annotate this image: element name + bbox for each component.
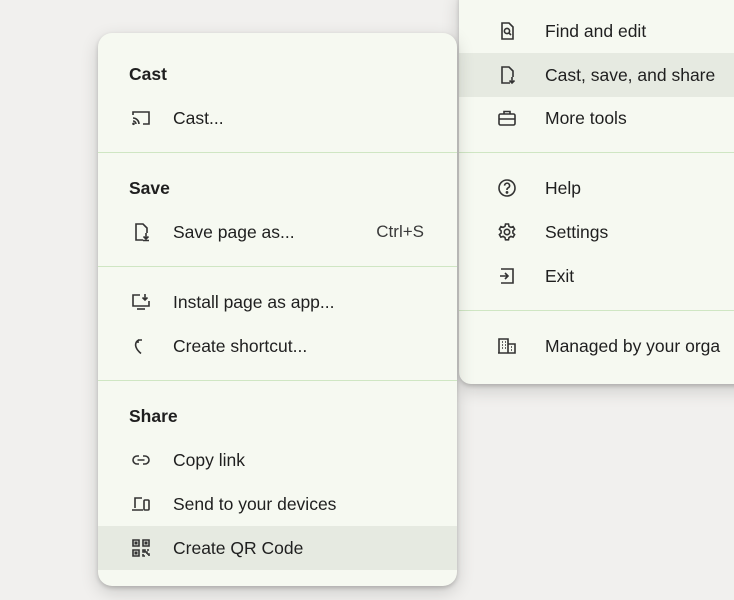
menu-item-exit[interactable]: Exit	[459, 254, 734, 298]
section-heading-share: Share	[129, 406, 178, 426]
menu-item-managed-by-org[interactable]: Managed by your orga	[459, 324, 734, 368]
submenu-separator	[98, 380, 457, 381]
menu-item-label: Settings	[545, 221, 609, 242]
link-icon	[131, 450, 151, 470]
section-heading-save: Save	[129, 178, 170, 198]
submenu-item-label: Cast...	[173, 107, 224, 128]
devices-icon	[131, 494, 151, 514]
menu-item-help[interactable]: Help	[459, 166, 734, 210]
find-edit-icon	[497, 21, 517, 41]
submenu-item-label: Install page as app...	[173, 291, 335, 312]
keyboard-shortcut: Ctrl+S	[376, 222, 424, 241]
submenu-separator	[98, 152, 457, 153]
toolbox-icon	[497, 108, 517, 128]
cast-save-share-icon	[497, 65, 517, 85]
menu-separator	[459, 152, 734, 153]
gear-icon	[497, 222, 517, 242]
menu-item-find-and-edit[interactable]: Find and edit	[459, 9, 734, 53]
exit-icon	[497, 266, 517, 286]
submenu-item-label: Save page as...	[173, 221, 295, 242]
menu-item-label: Cast, save, and share	[545, 64, 716, 85]
submenu-item-create-shortcut[interactable]: Create shortcut...	[98, 324, 457, 368]
menu-item-label: Exit	[545, 265, 575, 286]
qr-code-icon	[131, 538, 151, 558]
submenu-separator	[98, 266, 457, 267]
submenu-item-install-page-as-app[interactable]: Install page as app...	[98, 280, 457, 324]
menu-item-label: Find and edit	[545, 20, 647, 41]
menu-item-more-tools[interactable]: More tools	[459, 96, 734, 140]
submenu-item-label: Create shortcut...	[173, 335, 308, 356]
submenu-item-label: Send to your devices	[173, 493, 337, 514]
section-heading-cast: Cast	[129, 64, 167, 84]
cast-save-share-submenu: Cast Cast... Save Save page as... Ctrl+S…	[98, 33, 457, 586]
submenu-item-label: Create QR Code	[173, 537, 304, 558]
menu-item-label: Managed by your orga	[545, 335, 721, 356]
submenu-item-label: Copy link	[173, 449, 245, 470]
submenu-item-send-to-devices[interactable]: Send to your devices	[98, 482, 457, 526]
menu-item-cast-save-share[interactable]: Cast, save, and share	[459, 53, 734, 97]
building-icon	[497, 336, 517, 356]
shortcut-icon	[131, 336, 151, 356]
main-menu: Find and edit Cast, save, and share More…	[459, 0, 734, 384]
submenu-item-cast[interactable]: Cast...	[98, 96, 457, 140]
menu-item-label: More tools	[545, 107, 627, 128]
install-app-icon	[131, 292, 151, 312]
save-page-icon	[131, 222, 151, 242]
menu-item-label: Help	[545, 177, 581, 198]
cast-icon	[131, 108, 151, 128]
menu-item-settings[interactable]: Settings	[459, 210, 734, 254]
submenu-item-create-qr-code[interactable]: Create QR Code	[98, 526, 457, 570]
menu-separator	[459, 310, 734, 311]
submenu-item-copy-link[interactable]: Copy link	[98, 438, 457, 482]
help-icon	[497, 178, 517, 198]
submenu-item-save-page-as[interactable]: Save page as... Ctrl+S	[98, 210, 457, 254]
